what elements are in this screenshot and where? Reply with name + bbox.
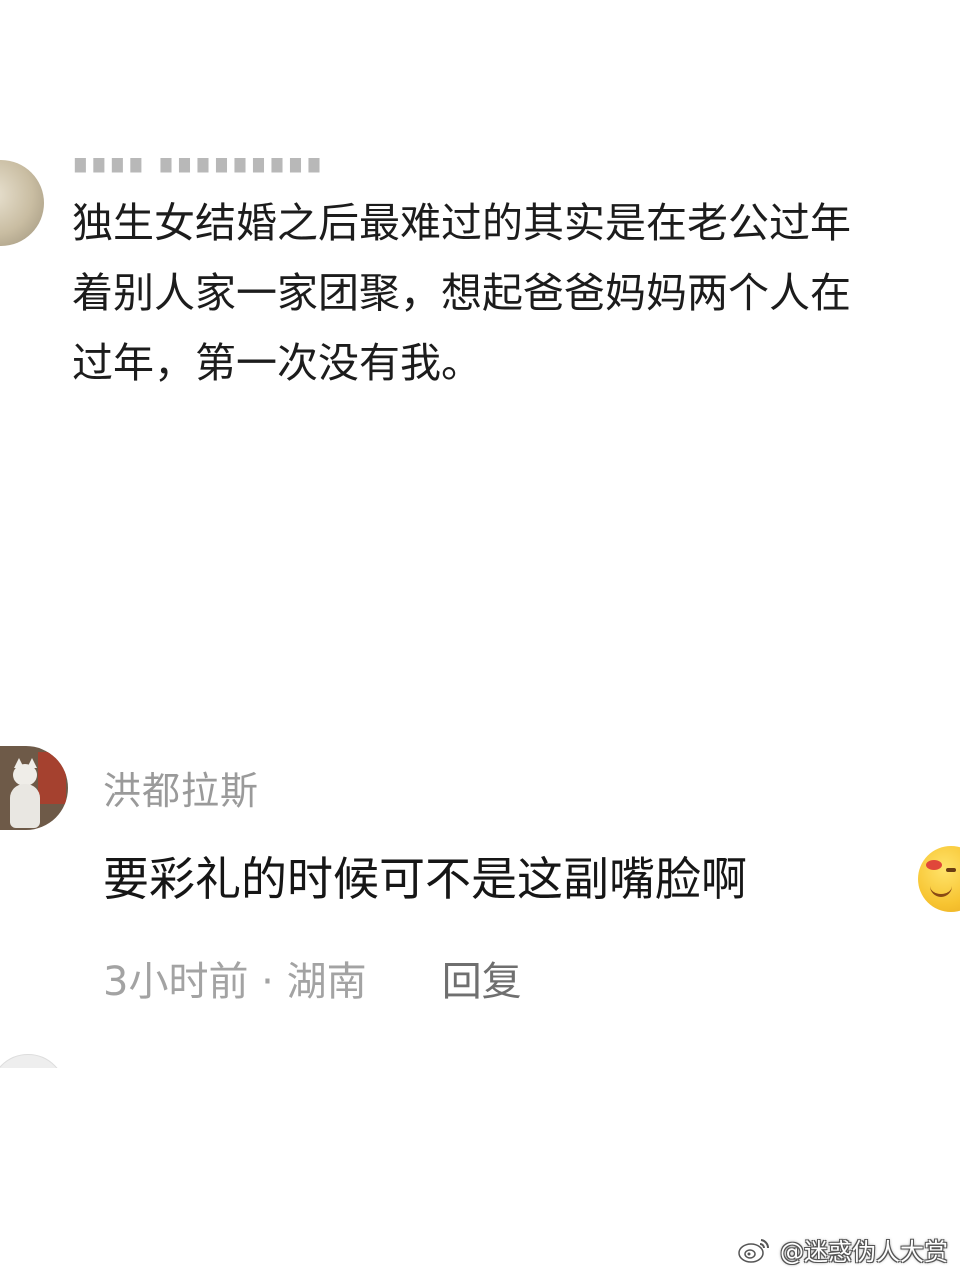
reply-button[interactable]: 回复 bbox=[442, 952, 522, 1012]
avatar[interactable] bbox=[0, 746, 68, 830]
comment-line: 独生女结婚之后最难过的其实是在老公过年 bbox=[72, 199, 851, 247]
comment-meta: 3小时前 · 湖南 回复 bbox=[103, 952, 522, 1012]
comment-line: 过年，第一次没有我。 bbox=[72, 339, 482, 387]
emoji-mouth bbox=[930, 886, 952, 897]
cat-body bbox=[10, 784, 40, 828]
weibo-icon bbox=[738, 1238, 769, 1263]
emoji-cheek bbox=[926, 860, 942, 870]
cat-head bbox=[13, 764, 37, 786]
cropped-username: ▮▮▮▮ ▮▮▮▮▮▮▮▮▮ bbox=[72, 158, 542, 174]
timestamp-location: 3小时前 · 湖南 bbox=[103, 959, 367, 1005]
avatar-background bbox=[38, 752, 66, 804]
emoji-icon bbox=[918, 846, 960, 912]
comment-text: 独生女结婚之后最难过的其实是在老公过年 着别人家一家团聚，想起爸爸妈妈两个人在 … bbox=[72, 188, 960, 398]
watermark-text: @迷惑伪人大赏 bbox=[780, 1238, 948, 1266]
comment-text: 要彩礼的时候可不是这副嘴脸啊 bbox=[103, 852, 747, 906]
username[interactable]: 洪都拉斯 bbox=[103, 763, 259, 819]
comment-line: 着别人家一家团聚，想起爸爸妈妈两个人在 bbox=[72, 269, 851, 317]
avatar[interactable] bbox=[0, 160, 44, 246]
watermark: @迷惑伪人大赏 bbox=[737, 1232, 948, 1266]
emoji-eye bbox=[946, 868, 956, 872]
